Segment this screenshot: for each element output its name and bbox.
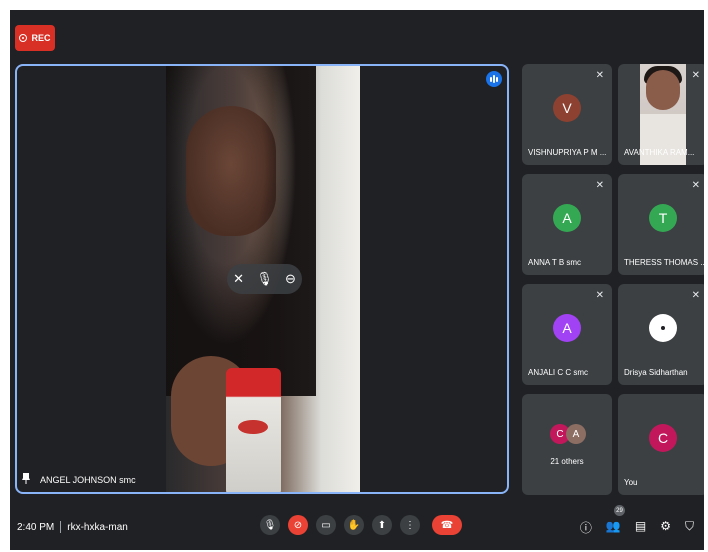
- meeting-stage: REC ✕ 🎙 ⊖ ANGEL JOHNSON smc ✕ V VISHNUPR…: [10, 10, 704, 550]
- people-icon[interactable]: 👥: [606, 519, 621, 536]
- activities-icon[interactable]: ⚙: [660, 519, 671, 536]
- present-icon: ⬆: [377, 519, 387, 531]
- meeting-info: 2:40 PM rkx-hxka-man: [17, 521, 128, 533]
- captions-button[interactable]: ▭: [316, 515, 336, 535]
- main-video-tile[interactable]: ✕ 🎙 ⊖ ANGEL JOHNSON smc: [15, 64, 509, 494]
- captions-icon: ▭: [321, 519, 331, 531]
- camera-off-icon: ⊘: [293, 519, 303, 531]
- avatar: A: [566, 424, 586, 444]
- speaking-indicator-icon: [486, 71, 502, 87]
- participant-tile[interactable]: ✕ T THERESS THOMAS ...: [618, 174, 704, 275]
- self-tile[interactable]: C You: [618, 394, 704, 495]
- raise-hand-button[interactable]: ✋: [344, 515, 364, 535]
- host-controls-icon[interactable]: ⛉: [685, 519, 694, 536]
- camera-off-button[interactable]: ⊘: [288, 515, 308, 535]
- pin-off-icon[interactable]: ✕: [233, 271, 244, 287]
- record-icon: [19, 34, 28, 42]
- microphone-icon[interactable]: 🎙: [256, 271, 273, 287]
- call-controls: 🎙 ⊘ ▭ ✋ ⬆ ⋮ ☎: [260, 515, 462, 535]
- participant-name: Drisya Sidharthan: [624, 368, 688, 377]
- mic-off-icon: ✕: [691, 180, 700, 191]
- mic-off-icon: ✕: [691, 290, 700, 301]
- participant-name: THERESS THOMAS ...: [624, 258, 704, 267]
- present-button[interactable]: ⬆: [372, 515, 392, 535]
- self-name: You: [624, 478, 638, 487]
- more-options-button[interactable]: ⋮: [400, 515, 420, 535]
- participant-tile[interactable]: ✕ A ANNA T B smc: [522, 174, 612, 275]
- others-tile[interactable]: C A 21 others: [522, 394, 612, 495]
- control-bar: 2:40 PM rkx-hxka-man 🎙 ⊘ ▭ ✋ ⬆ ⋮ ☎ ⓘ 👥 ▤…: [10, 505, 704, 550]
- microphone-icon: 🎙: [263, 519, 277, 531]
- avatar: C: [649, 424, 677, 452]
- microphone-button[interactable]: 🎙: [260, 515, 280, 535]
- avatar: A: [553, 314, 581, 342]
- hand-icon: ✋: [347, 519, 361, 531]
- avatar: T: [649, 204, 677, 232]
- side-panel-controls: ⓘ 👥 ▤ ⚙ ⛉: [580, 519, 694, 536]
- mic-off-icon: ✕: [595, 70, 604, 81]
- participant-tile[interactable]: ✕ AVANTHIKA RAM...: [618, 64, 704, 165]
- participant-count-badge: 29: [614, 505, 625, 516]
- meeting-code: rkx-hxka-man: [67, 521, 128, 533]
- recording-badge: REC: [15, 25, 55, 51]
- mic-off-icon: ✕: [595, 180, 604, 191]
- avatar: [649, 314, 677, 342]
- info-icon[interactable]: ⓘ: [580, 519, 592, 536]
- pin-icon: [22, 473, 30, 486]
- tile-controls: ✕ 🎙 ⊖: [227, 264, 302, 294]
- main-tile-label: ANGEL JOHNSON smc: [22, 473, 136, 486]
- remove-icon[interactable]: ⊖: [285, 271, 296, 287]
- participant-name: ANJALI C C smc: [528, 368, 589, 377]
- divider: [60, 521, 62, 533]
- participant-tile[interactable]: ✕ A ANJALI C C smc: [522, 284, 612, 385]
- avatar: A: [553, 204, 581, 232]
- participant-tile[interactable]: ✕ Drisya Sidharthan: [618, 284, 704, 385]
- participant-name: ANNA T B smc: [528, 258, 582, 267]
- avatar: V: [553, 94, 581, 122]
- more-vert-icon: ⋮: [405, 519, 415, 531]
- participant-tile[interactable]: ✕ V VISHNUPRIYA P M ...: [522, 64, 612, 165]
- meeting-time: 2:40 PM: [17, 521, 55, 533]
- phone-hangup-icon: ☎: [440, 519, 454, 531]
- participant-name: VISHNUPRIYA P M ...: [528, 148, 607, 157]
- participant-name: AVANTHIKA RAM...: [624, 148, 695, 157]
- leave-call-button[interactable]: ☎: [432, 515, 462, 535]
- mic-off-icon: ✕: [691, 70, 700, 81]
- others-label: 21 others: [550, 457, 584, 466]
- main-participant-name: ANGEL JOHNSON smc: [40, 474, 136, 485]
- chat-icon[interactable]: ▤: [635, 519, 646, 536]
- recording-label: REC: [31, 33, 51, 43]
- mic-off-icon: ✕: [595, 290, 604, 301]
